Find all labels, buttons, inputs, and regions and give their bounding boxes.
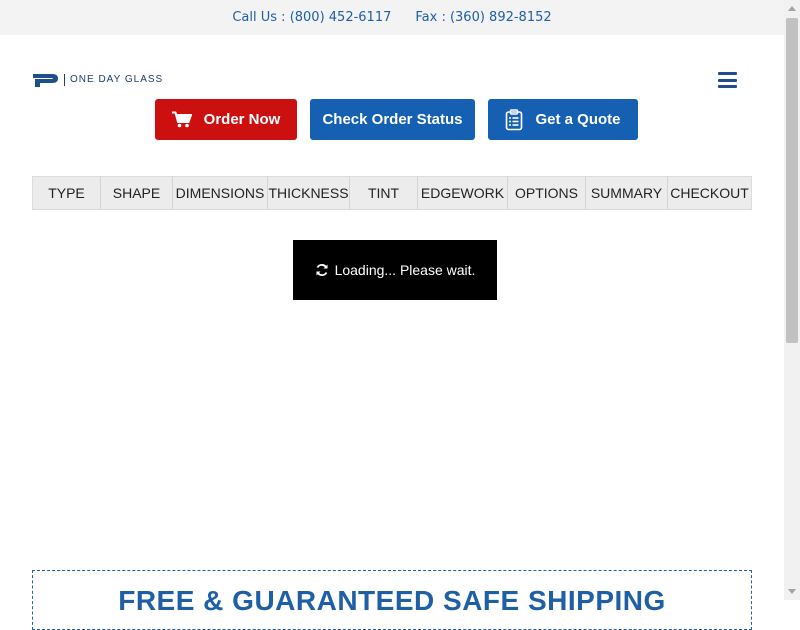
clipboard-list-icon [505,108,523,131]
scroll-thumb[interactable] [786,18,798,343]
refresh-icon [315,263,329,277]
step-tint[interactable]: TINT [350,177,418,209]
get-a-quote-label: Get a Quote [535,111,621,128]
contact-bar: Call Us : (800) 452-6117 Fax : (360) 892… [0,0,784,35]
step-type[interactable]: TYPE [33,177,101,209]
page-scrollbar[interactable] [784,0,800,600]
hamburger-menu-icon[interactable] [718,72,737,88]
get-a-quote-button[interactable]: Get a Quote [488,99,638,140]
shipping-banner: FREE & GUARANTEED SAFE SHIPPING [32,570,752,630]
scroll-up-arrow-icon[interactable] [788,6,796,11]
shipping-title: FREE & GUARANTEED SAFE SHIPPING [118,585,666,616]
step-summary[interactable]: SUMMARY [586,177,668,209]
phone-number[interactable]: Call Us : (800) 452-6117 [232,10,391,25]
check-order-status-button[interactable]: Check Order Status [310,99,475,140]
shopping-cart-icon [171,111,192,128]
site-logo[interactable]: ONE DAY GLASS [32,72,163,88]
order-now-button[interactable]: Order Now [155,99,297,140]
loading-overlay: Loading... Please wait. [293,240,497,300]
scroll-down-arrow-icon[interactable] [788,589,796,594]
loading-text: Loading... Please wait. [334,262,476,278]
fax-number: Fax : (360) 892-8152 [415,10,552,25]
step-shape[interactable]: SHAPE [101,177,173,209]
step-dimensions[interactable]: DIMENSIONS [173,177,268,209]
step-checkout[interactable]: CHECKOUT [668,177,751,209]
step-thickness[interactable]: THICKNESS [268,177,350,209]
logo-text: ONE DAY GLASS [64,74,163,86]
order-steps-nav: TYPE SHAPE DIMENSIONS THICKNESS TINT EDG… [32,176,752,210]
order-now-label: Order Now [203,111,281,128]
logo-mark-icon [33,74,58,87]
step-options[interactable]: OPTIONS [508,177,586,209]
step-edgework[interactable]: EDGEWORK [418,177,508,209]
check-order-status-label: Check Order Status [322,111,463,128]
